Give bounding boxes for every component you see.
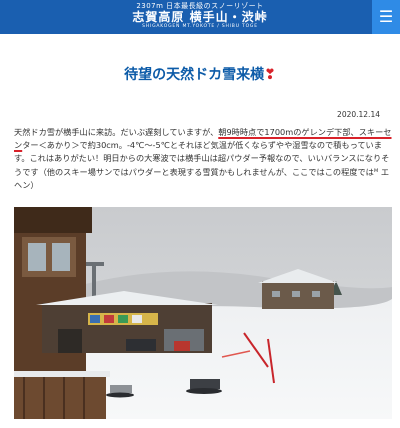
article-title: 待望の天然ドカ雪来横❣: [0, 64, 400, 84]
article-body: 天然ドカ雪が横手山に来訪。だいぶ遅刻していますが、朝9時時点で1700mのゲレン…: [14, 126, 392, 192]
article-title-text: 待望の天然ドカ雪来横: [124, 67, 265, 83]
article-text-2: ター＜あかり＞で約30cm。-4℃～-5℃とそれほど気温が低くならずやや湿雪なの…: [14, 140, 390, 190]
site-logo[interactable]: 2307m 日本最長級のスノーリゾート 志賀高原 横手山・渋峠 SHIGAKOG…: [0, 0, 400, 30]
article-text-1: 天然ドカ雪が横手山に来訪。だいぶ遅刻していますが、: [14, 127, 219, 137]
menu-button[interactable]: ☰: [372, 0, 400, 34]
ski-resort-photo: [14, 207, 392, 419]
site-subtitle: SHIGAKOGEN MT.YOKOTE / SHIBU TOGE: [142, 24, 258, 29]
heart-icon: ❣: [264, 67, 276, 83]
site-header: 2307m 日本最長級のスノーリゾート 志賀高原 横手山・渋峠 SHIGAKOG…: [0, 0, 400, 34]
menu-icon: ☰: [378, 7, 394, 26]
article-date: 2020.12.14: [337, 110, 380, 119]
site-name: 志賀高原 横手山・渋峠: [132, 10, 268, 24]
